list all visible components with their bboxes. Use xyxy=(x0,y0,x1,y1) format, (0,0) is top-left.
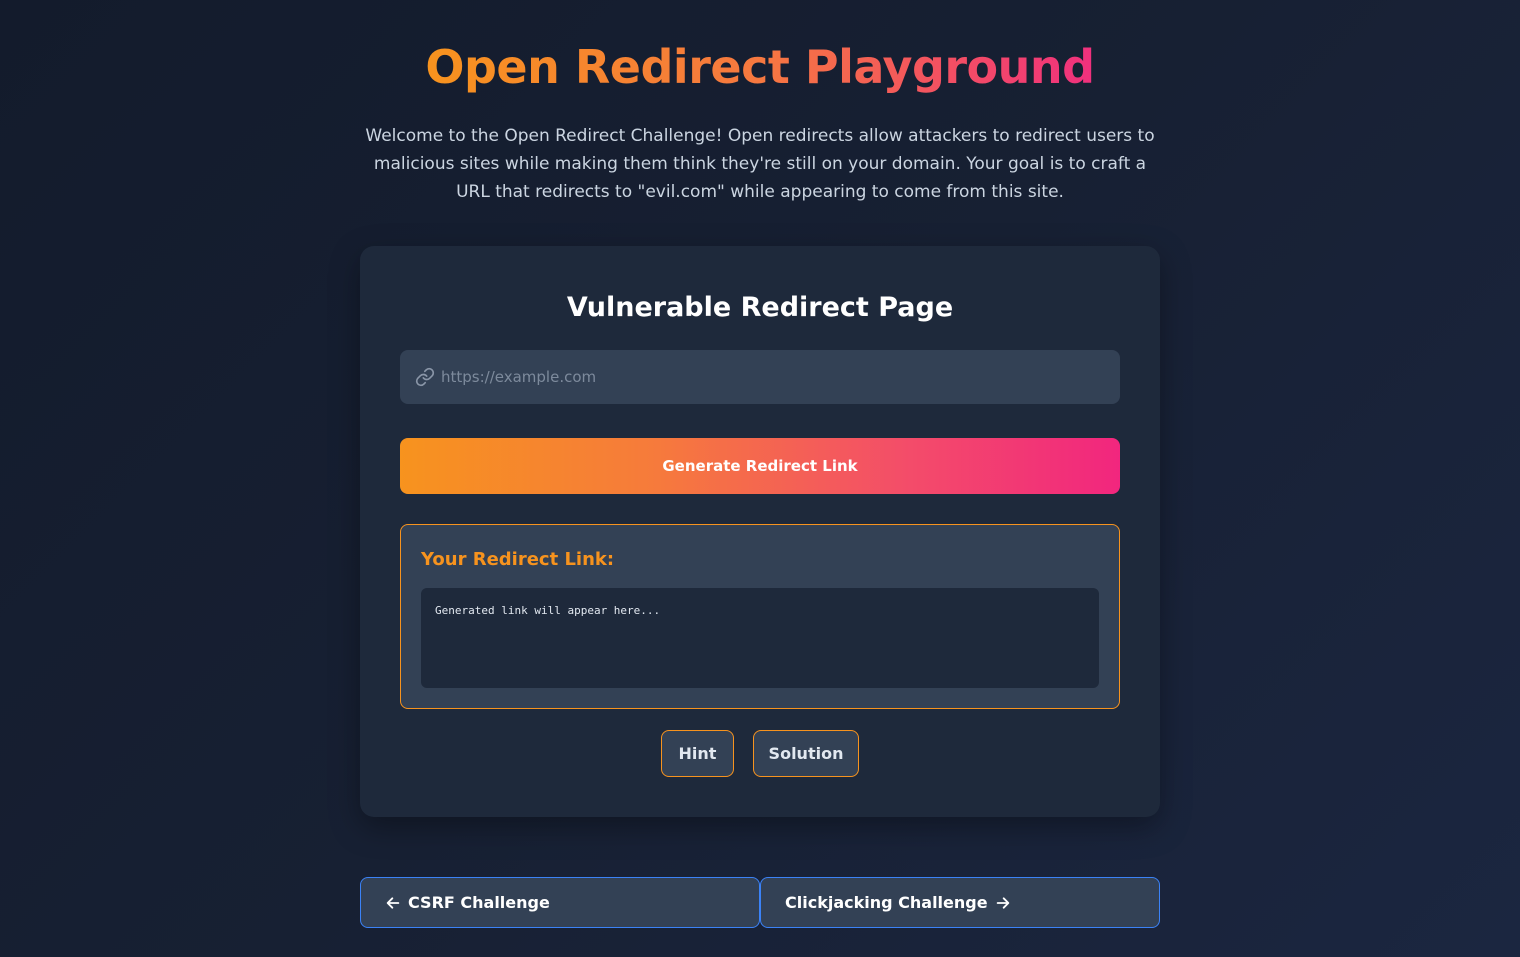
page-title: Open Redirect Playground xyxy=(0,36,1520,98)
link-icon xyxy=(414,366,436,388)
generate-redirect-button[interactable]: Generate Redirect Link xyxy=(400,438,1120,494)
next-challenge-label: Clickjacking Challenge xyxy=(785,893,988,912)
solution-button[interactable]: Solution xyxy=(753,730,859,777)
redirect-card: Vulnerable Redirect Page Generate Redire… xyxy=(360,246,1160,817)
url-input[interactable] xyxy=(441,350,1120,404)
result-output: Generated link will appear here... xyxy=(421,588,1099,688)
intro-text: Welcome to the Open Redirect Challenge! … xyxy=(365,126,1155,202)
url-field[interactable] xyxy=(400,350,1120,404)
result-box: Your Redirect Link: Generated link will … xyxy=(400,524,1120,709)
next-challenge-button[interactable]: Clickjacking Challenge xyxy=(760,877,1160,928)
hint-button[interactable]: Hint xyxy=(661,730,734,777)
page-title-text: Open Redirect Playground xyxy=(425,40,1095,94)
prev-challenge-label: CSRF Challenge xyxy=(408,893,550,912)
arrow-left-icon xyxy=(385,895,401,911)
result-label: Your Redirect Link: xyxy=(421,549,615,570)
card-title: Vulnerable Redirect Page xyxy=(566,292,954,323)
prev-challenge-button[interactable]: CSRF Challenge xyxy=(360,877,760,928)
arrow-right-icon xyxy=(995,895,1011,911)
